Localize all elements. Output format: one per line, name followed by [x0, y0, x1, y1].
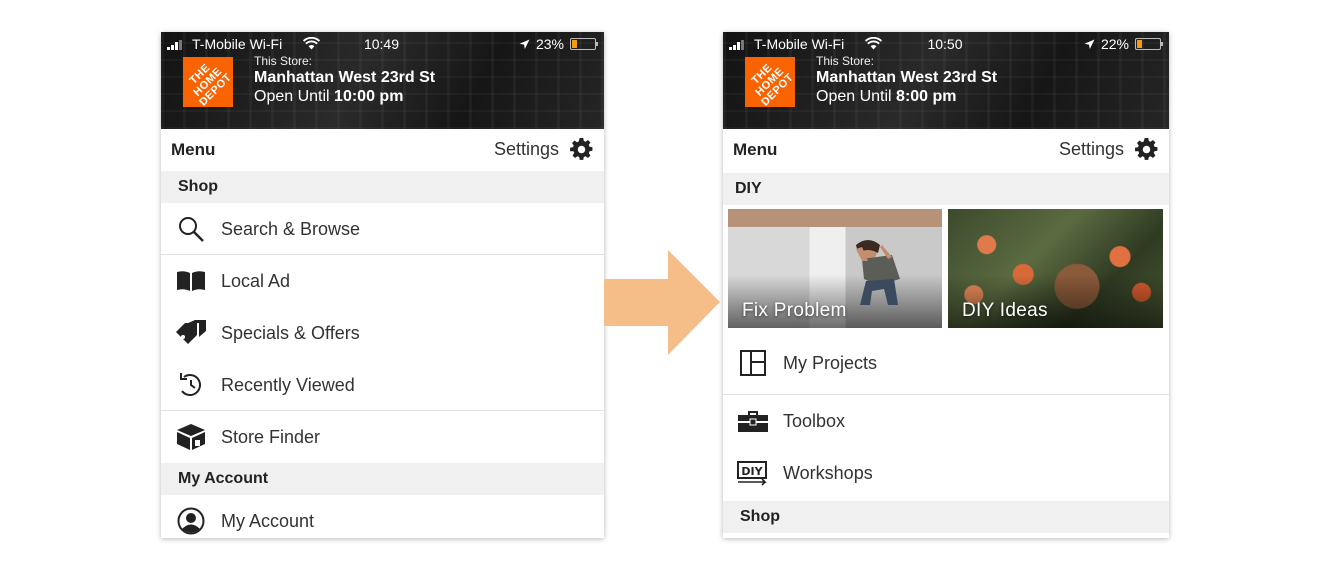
store-label: This Store: [254, 54, 313, 68]
store-hours: Open Until 8:00 pm [816, 88, 957, 105]
battery-percent: 23% [535, 36, 564, 52]
menu-item-label: Store Finder [221, 426, 321, 447]
menu-item-my-projects[interactable]: My Projects [723, 337, 1169, 389]
store-header: T-Mobile Wi-Fi 10:50 22% THE HOME DEPOT Th… [723, 32, 1169, 129]
status-bar: T-Mobile Wi-Fi 10:49 23% [167, 35, 598, 55]
menu-item-label: Workshops [783, 462, 873, 483]
menu-item-search-browse[interactable]: Search & Browse [161, 203, 604, 255]
menu-title: Menu [733, 139, 778, 159]
settings-label: Settings [1058, 139, 1124, 159]
store-icon [175, 421, 207, 453]
store-name: Manhattan West 23rd St [816, 69, 998, 86]
menu-item-label: Toolbox [783, 410, 846, 431]
menu-item-label: Recently Viewed [221, 374, 355, 395]
settings-label: Settings [493, 139, 559, 159]
search-icon [175, 213, 207, 245]
tile-label: Fix Problem [742, 300, 847, 321]
section-shop: Shop [161, 171, 604, 203]
tile-diy-ideas[interactable]: DIY Ideas [948, 209, 1163, 328]
store-hours: Open Until 10:00 pm [254, 88, 404, 105]
menu-title: Menu [171, 139, 216, 159]
tile-fix-problem[interactable]: Fix Problem [728, 209, 942, 328]
status-bar: T-Mobile Wi-Fi 10:50 22% [729, 35, 1163, 55]
menu-bar: Menu Settings [161, 129, 604, 170]
user-icon [175, 505, 207, 537]
menu-item-specials-offers[interactable]: Specials & Offers [161, 307, 604, 359]
worried-person-image [856, 240, 900, 305]
menu-item-label: Search & Browse [221, 218, 361, 239]
store-header: T-Mobile Wi-Fi 10:49 23% THE HOME DEPOT Th… [161, 32, 604, 129]
home-depot-logo[interactable]: THE HOME DEPOT [745, 57, 796, 108]
menu-item-store-finder[interactable]: Store Finder [161, 411, 604, 463]
section-shop: Shop [723, 501, 1169, 533]
home-depot-logo[interactable]: THE HOME DEPOT [183, 57, 234, 108]
battery-icon [1135, 38, 1163, 50]
gear-icon [570, 138, 593, 160]
battery-icon [570, 38, 598, 50]
phone-screen-after: T-Mobile Wi-Fi 10:50 22% THE HOME DEPOT Th… [723, 32, 1169, 538]
diy-workshop-icon: DIY [737, 457, 769, 489]
menu-item-label: My Account [221, 510, 315, 531]
location-arrow-icon [519, 39, 530, 49]
store-name: Manhattan West 23rd St [254, 69, 436, 86]
menu-item-label: Specials & Offers [221, 322, 360, 343]
store-label: This Store: [816, 54, 875, 68]
store-info[interactable]: This Store: Manhattan West 23rd St Open … [254, 54, 435, 106]
book-icon [175, 265, 207, 297]
battery-percent: 22% [1100, 36, 1129, 52]
menu-item-my-account[interactable]: My Account [161, 495, 604, 538]
section-diy: DIY [723, 173, 1169, 205]
menu-item-toolbox[interactable]: Toolbox [723, 395, 1169, 447]
store-info[interactable]: This Store: Manhattan West 23rd St Open … [816, 54, 997, 106]
menu-item-label: Local Ad [221, 270, 291, 291]
menu-item-workshops[interactable]: DIY Workshops [723, 447, 1169, 499]
location-arrow-icon [1084, 39, 1095, 49]
section-my-account: My Account [161, 463, 604, 495]
svg-text:DIY: DIY [741, 465, 763, 478]
menu-item-recently-viewed[interactable]: Recently Viewed [161, 359, 604, 411]
toolbox-icon [737, 405, 769, 437]
transition-arrow-icon [604, 250, 720, 355]
tile-label: DIY Ideas [962, 300, 1048, 321]
menu-bar: Menu Settings [723, 129, 1169, 170]
layout-icon [737, 347, 769, 379]
tag-icon [175, 317, 207, 349]
menu-item-local-ad[interactable]: Local Ad [161, 255, 604, 307]
settings-button[interactable]: Settings [494, 137, 594, 162]
phone-screen-before: T-Mobile Wi-Fi 10:49 23% THE HOME DEPOT Th… [161, 32, 604, 538]
gear-icon [1135, 138, 1158, 160]
menu-item-label: My Projects [783, 352, 878, 373]
settings-button[interactable]: Settings [1059, 137, 1159, 162]
history-icon [175, 369, 207, 401]
